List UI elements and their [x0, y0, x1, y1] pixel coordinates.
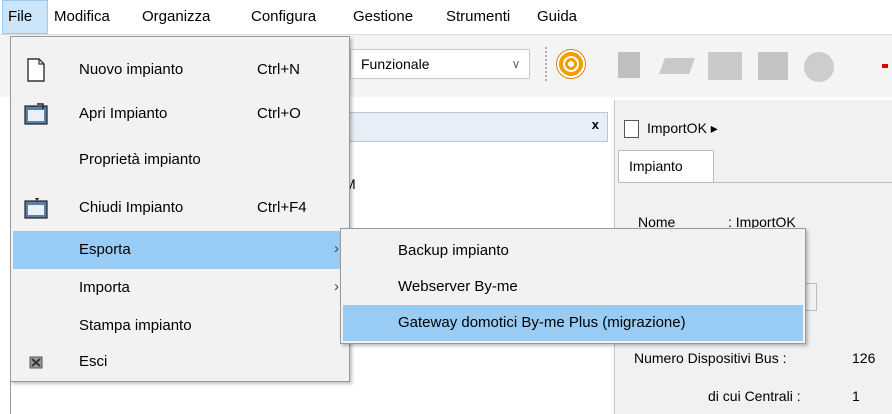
document-icon [624, 120, 639, 139]
menu-item-shortcut: Ctrl+N [257, 61, 300, 78]
toolbar-more-indicator [882, 64, 888, 68]
menu-item-label: Importa [79, 279, 130, 296]
toolbar-separator [545, 47, 549, 81]
menu-item-label: Proprietà impianto [79, 151, 201, 168]
menu-item-stampa-impianto[interactable]: Stampa impianto [13, 307, 347, 345]
menu-item-label: Esporta [79, 241, 131, 258]
sphere-icon[interactable] [804, 52, 834, 82]
menu-modifica-label: Modifica [54, 8, 110, 25]
menu-modifica[interactable]: Modifica [49, 0, 115, 34]
breadcrumb[interactable]: ImportOK ▸ [624, 120, 718, 139]
rooms-icon[interactable] [708, 52, 742, 80]
chevron-down-icon[interactable]: ∨ [503, 50, 529, 78]
view-mode-value: Funzionale [361, 56, 430, 72]
target-icon[interactable] [556, 49, 586, 79]
breadcrumb-label: ImportOK [647, 120, 707, 136]
bus-devices-label: Numero Dispositivi Bus : [634, 350, 787, 366]
menu-gestione[interactable]: Gestione [348, 0, 418, 34]
menu-file[interactable]: File [2, 0, 48, 34]
open-folder-icon [23, 101, 49, 127]
field-edge [805, 283, 817, 311]
tab-impianto-label: Impianto [629, 158, 683, 174]
menu-item-label: Nuovo impianto [79, 61, 184, 78]
exit-icon [23, 349, 49, 375]
building-icon[interactable] [618, 52, 640, 78]
menu-organizza[interactable]: Organizza [137, 0, 215, 34]
bus-devices-value: 126 [852, 350, 876, 366]
layers-icon[interactable] [659, 58, 695, 74]
menu-item-importa[interactable]: Importa › [13, 269, 347, 307]
menu-item-label: Esci [79, 353, 108, 370]
menu-item-shortcut: Ctrl+F4 [257, 199, 307, 216]
submenu-item-backup-impianto[interactable]: Backup impianto [343, 233, 803, 269]
menu-item-label: Stampa impianto [79, 317, 192, 334]
close-icon[interactable]: x [592, 117, 599, 132]
menu-guida-label: Guida [537, 8, 578, 25]
submenu-item-gateway-domotici[interactable]: Gateway domotici By-me Plus (migrazione) [343, 305, 803, 341]
submenu-item-webserver-byme[interactable]: Webserver By-me [343, 269, 803, 305]
menu-bar: File Modifica Organizza Configura Gestio… [0, 0, 892, 35]
menu-strumenti-label: Strumenti [446, 8, 511, 25]
submenu-item-label: Backup impianto [398, 242, 509, 259]
menu-item-esporta[interactable]: Esporta › [13, 231, 347, 269]
submenu-arrow-icon: › [334, 240, 339, 257]
central-units-label: di cui Centrali : [708, 388, 801, 404]
tab-divider [618, 182, 892, 183]
tree-panel-header: x [340, 112, 608, 142]
floor-icon[interactable] [758, 52, 788, 80]
menu-gestione-label: Gestione [353, 8, 414, 25]
menu-configura-label: Configura [251, 8, 317, 25]
breadcrumb-arrow-icon[interactable]: ▸ [711, 120, 718, 136]
export-submenu: Backup impianto Webserver By-me Gateway … [340, 228, 806, 344]
menu-strumenti[interactable]: Strumenti [441, 0, 515, 34]
menu-item-shortcut: Ctrl+O [257, 105, 301, 122]
menu-item-chiudi-impianto[interactable]: Chiudi Impianto Ctrl+F4 [13, 189, 347, 227]
central-units-value: 1 [852, 388, 860, 404]
menu-item-nuovo-impianto[interactable]: Nuovo impianto Ctrl+N [13, 51, 347, 89]
menu-file-label: File [8, 8, 33, 25]
menu-item-proprieta-impianto[interactable]: Proprietà impianto [13, 141, 347, 179]
view-mode-select[interactable]: Funzionale ∨ [350, 49, 530, 79]
menu-organizza-label: Organizza [142, 8, 211, 25]
menu-configura[interactable]: Configura [246, 0, 321, 34]
menu-guida[interactable]: Guida [532, 0, 582, 34]
menu-item-label: Apri Impianto [79, 105, 168, 122]
menu-item-esci[interactable]: Esci [13, 343, 347, 381]
close-folder-icon [23, 195, 49, 221]
new-document-icon [23, 57, 49, 83]
tab-impianto[interactable]: Impianto [618, 150, 714, 182]
submenu-item-label: Gateway domotici By-me Plus (migrazione) [398, 314, 686, 331]
file-menu-dropdown: Nuovo impianto Ctrl+N Apri Impianto Ctrl… [10, 36, 350, 382]
submenu-item-label: Webserver By-me [398, 278, 518, 295]
menu-item-label: Chiudi Impianto [79, 199, 184, 216]
menu-item-apri-impianto[interactable]: Apri Impianto Ctrl+O [13, 95, 347, 133]
submenu-arrow-icon: › [334, 278, 339, 295]
